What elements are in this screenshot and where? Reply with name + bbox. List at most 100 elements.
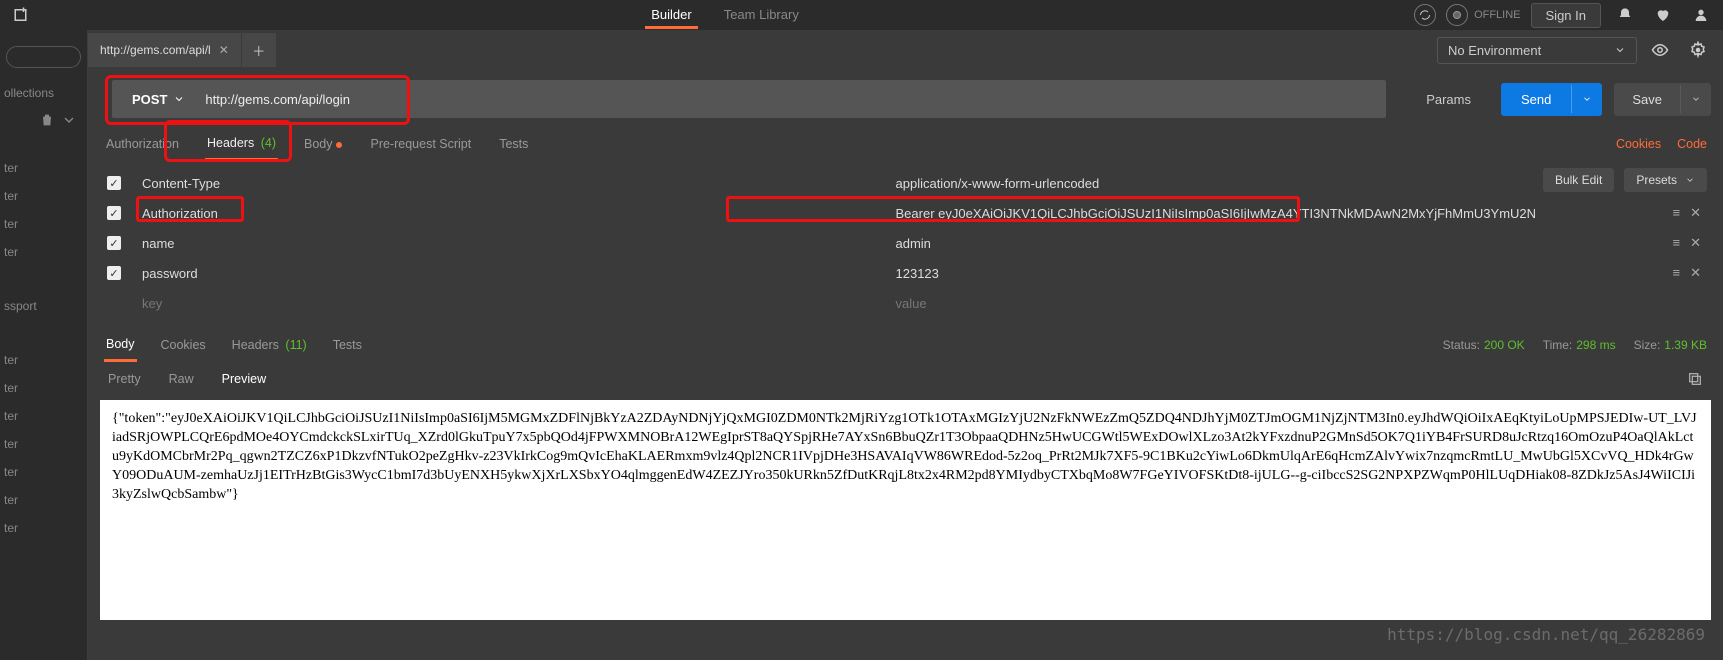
signin-button[interactable]: Sign In bbox=[1531, 3, 1601, 28]
sidebar-item[interactable]: ter bbox=[4, 346, 83, 374]
time-meta: Time:298 ms bbox=[1543, 338, 1616, 352]
reorder-icon[interactable]: ≡ bbox=[1673, 235, 1681, 251]
sidebar-item[interactable]: ter bbox=[4, 374, 83, 402]
save-dropdown[interactable] bbox=[1680, 85, 1711, 113]
resp-headers-count: (11) bbox=[285, 338, 306, 352]
sidebar-collections-label: ollections bbox=[4, 82, 83, 112]
close-icon[interactable]: ✕ bbox=[219, 43, 229, 57]
http-method-select[interactable]: POST bbox=[124, 92, 193, 107]
header-checkbox[interactable]: ✓ bbox=[107, 236, 121, 250]
tab-team-library[interactable]: Team Library bbox=[718, 1, 805, 29]
header-value[interactable]: application/x-www-form-urlencoded bbox=[888, 176, 1636, 191]
workspace: http://gems.com/api/l ✕ ＋ No Environment bbox=[88, 30, 1723, 660]
chevron-down-icon bbox=[1685, 175, 1695, 185]
sidebar-item[interactable]: ter bbox=[4, 182, 83, 210]
view-pretty[interactable]: Pretty bbox=[104, 366, 145, 392]
url-input[interactable] bbox=[205, 92, 1374, 107]
environment-label: No Environment bbox=[1448, 43, 1541, 58]
presets-label: Presets bbox=[1636, 173, 1677, 187]
chevron-down-icon bbox=[173, 93, 185, 105]
subtab-prerequest[interactable]: Pre-request Script bbox=[368, 129, 473, 159]
status-dot-icon bbox=[1446, 4, 1468, 26]
header-checkbox[interactable]: ✓ bbox=[107, 206, 121, 220]
header-key[interactable]: Authorization bbox=[134, 206, 882, 221]
header-key[interactable]: Content-Type bbox=[134, 176, 882, 191]
presets-button[interactable]: Presets bbox=[1624, 168, 1707, 192]
request-tab[interactable]: http://gems.com/api/l ✕ bbox=[88, 33, 242, 67]
resp-tab-tests[interactable]: Tests bbox=[331, 330, 364, 360]
copy-icon[interactable] bbox=[1687, 371, 1707, 387]
header-value[interactable]: 123123 bbox=[888, 266, 1636, 281]
cookies-link[interactable]: Cookies bbox=[1616, 137, 1661, 151]
chevron-down-icon bbox=[1614, 44, 1626, 56]
header-key[interactable]: password bbox=[134, 266, 882, 281]
code-link[interactable]: Code bbox=[1677, 137, 1707, 151]
delete-icon[interactable]: ✕ bbox=[1690, 205, 1701, 221]
add-tab-button[interactable]: ＋ bbox=[242, 33, 276, 67]
body-indicator-icon bbox=[336, 142, 342, 148]
subtab-headers-count: (4) bbox=[261, 136, 276, 150]
http-method-label: POST bbox=[132, 92, 167, 107]
response-body[interactable]: {"token":"eyJ0eXAiOiJKV1QiLCJhbGciOiJSUz… bbox=[100, 400, 1711, 620]
user-icon[interactable] bbox=[1687, 1, 1715, 29]
reorder-icon[interactable]: ≡ bbox=[1673, 205, 1681, 221]
heart-icon[interactable] bbox=[1649, 1, 1677, 29]
settings-icon[interactable] bbox=[1683, 35, 1713, 65]
sidebar: ollections ter ter ter ter ssport ter te… bbox=[0, 30, 88, 660]
request-subtabs: Authorization Headers (4) Body Pre-reque… bbox=[88, 126, 1723, 162]
env-quicklook-icon[interactable] bbox=[1645, 35, 1675, 65]
header-value-placeholder[interactable]: value bbox=[888, 296, 1636, 311]
sidebar-item[interactable]: ter bbox=[4, 238, 83, 266]
response-viewmode: Pretty Raw Preview bbox=[88, 362, 1723, 396]
app-topbar: Builder Team Library OFFLINE Sign In bbox=[0, 0, 1723, 30]
save-button[interactable]: Save bbox=[1614, 83, 1711, 116]
header-checkbox[interactable]: ✓ bbox=[107, 266, 121, 280]
sidebar-item[interactable]: ter bbox=[4, 458, 83, 486]
response-tabs: Body Cookies Headers (11) Tests Status:2… bbox=[88, 328, 1723, 362]
sidebar-item[interactable]: ter bbox=[4, 486, 83, 514]
reorder-icon[interactable]: ≡ bbox=[1673, 265, 1681, 281]
resp-tab-cookies[interactable]: Cookies bbox=[159, 330, 208, 360]
sidebar-item[interactable]: ter bbox=[4, 430, 83, 458]
send-dropdown[interactable] bbox=[1571, 85, 1602, 113]
delete-icon[interactable]: ✕ bbox=[1690, 235, 1701, 251]
subtab-tests[interactable]: Tests bbox=[497, 129, 530, 159]
resp-headers-label: Headers bbox=[232, 338, 279, 352]
sidebar-item[interactable]: ter bbox=[4, 402, 83, 430]
sync-icon[interactable] bbox=[1414, 4, 1436, 26]
sidebar-item[interactable]: ter bbox=[4, 514, 83, 542]
resp-tab-headers[interactable]: Headers (11) bbox=[230, 330, 309, 360]
environment-select[interactable]: No Environment bbox=[1437, 37, 1637, 64]
notifications-icon[interactable] bbox=[1611, 1, 1639, 29]
new-icon[interactable] bbox=[8, 1, 36, 29]
header-checkbox[interactable]: ✓ bbox=[107, 176, 121, 190]
offline-label: OFFLINE bbox=[1474, 9, 1520, 21]
bulk-edit-button[interactable]: Bulk Edit bbox=[1543, 168, 1614, 192]
header-key-placeholder[interactable]: key bbox=[134, 296, 882, 311]
params-button[interactable]: Params bbox=[1408, 83, 1489, 116]
view-preview[interactable]: Preview bbox=[218, 366, 270, 392]
subtab-headers-label: Headers bbox=[207, 136, 254, 150]
delete-icon[interactable]: ✕ bbox=[1690, 265, 1701, 281]
request-tab-title: http://gems.com/api/l bbox=[100, 43, 211, 57]
sidebar-item[interactable]: ter bbox=[4, 154, 83, 182]
headers-table: ✓ Content-Type application/x-www-form-ur… bbox=[88, 162, 1723, 328]
tab-builder[interactable]: Builder bbox=[645, 1, 697, 29]
chevron-down-icon[interactable] bbox=[61, 112, 77, 128]
send-label: Send bbox=[1501, 83, 1571, 116]
header-key[interactable]: name bbox=[134, 236, 882, 251]
trash-icon[interactable] bbox=[39, 112, 55, 128]
view-raw[interactable]: Raw bbox=[165, 366, 198, 392]
subtab-authorization[interactable]: Authorization bbox=[104, 129, 181, 159]
resp-tab-body[interactable]: Body bbox=[104, 329, 137, 362]
request-line: POST bbox=[112, 80, 1386, 118]
sidebar-item-ssport[interactable]: ssport bbox=[4, 292, 83, 320]
subtab-headers[interactable]: Headers (4) bbox=[205, 128, 278, 161]
sidebar-item[interactable]: ter bbox=[4, 210, 83, 238]
header-value[interactable]: admin bbox=[888, 236, 1636, 251]
send-button[interactable]: Send bbox=[1501, 83, 1602, 116]
subtab-body[interactable]: Body bbox=[302, 129, 345, 159]
save-label: Save bbox=[1614, 83, 1680, 116]
sidebar-filter[interactable] bbox=[6, 46, 81, 68]
header-value[interactable]: Bearer eyJ0eXAiOiJKV1QiLCJhbGciOiJSUzI1N… bbox=[888, 206, 1636, 221]
